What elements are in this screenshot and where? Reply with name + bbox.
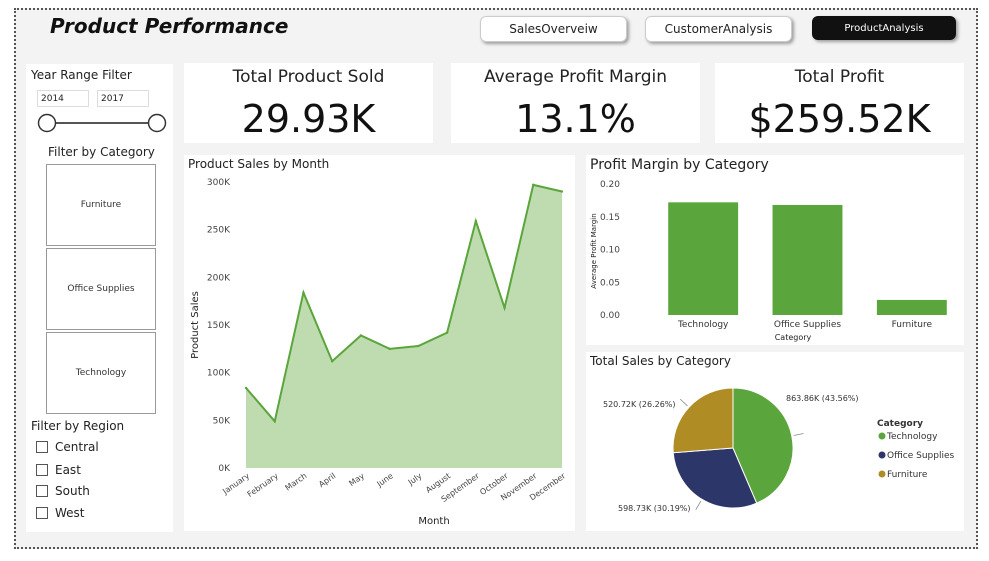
page-title: Product Performance: [50, 14, 289, 38]
pie-slice: [672, 387, 734, 454]
category-filter-title: Filter by Category: [48, 145, 155, 159]
legend-label: Furniture: [887, 470, 928, 480]
y-tick-label: 0.10: [600, 246, 620, 256]
x-axis-label: Month: [418, 516, 449, 527]
region-label: Central: [55, 440, 99, 454]
x-tick-label: February: [246, 471, 280, 499]
year-range-slider[interactable]: [36, 112, 170, 134]
legend-marker: [878, 451, 886, 459]
year-start-input[interactable]: 2014: [37, 90, 89, 107]
category-tile-technology[interactable]: Technology: [46, 332, 156, 414]
data-point: [273, 420, 276, 423]
leader-line: [793, 433, 804, 436]
kpi-label: Average Profit Margin: [483, 67, 668, 87]
area-fill: [246, 184, 562, 469]
bar: [668, 202, 739, 315]
year-end-input[interactable]: 2017: [97, 90, 149, 107]
data-point: [302, 291, 305, 294]
kpi-card-total-profit: Total Profit $259.52K: [715, 63, 964, 143]
data-point: [244, 386, 248, 390]
y-tick-label: 50K: [213, 416, 231, 426]
y-tick-label: 0K: [218, 464, 231, 474]
x-tick-label: Technology: [677, 320, 729, 330]
kpi-label: Total Profit: [794, 67, 885, 87]
pie-chart: 863.86K (43.56%) 598.73K (30.19%) 520.72K …: [603, 387, 955, 513]
x-tick-label: Office Supplies: [774, 320, 842, 330]
bar: [876, 299, 947, 315]
data-point: [532, 183, 535, 187]
checkbox-box[interactable]: [36, 464, 48, 476]
legend-label: Office Supplies: [887, 451, 955, 461]
y-tick-label: 200K: [207, 273, 231, 283]
y-tick-label: 100K: [207, 369, 231, 379]
x-tick-label: July: [406, 471, 424, 487]
data-label: 863.86K (43.56%): [786, 394, 859, 403]
data-point: [503, 306, 506, 310]
y-tick-label: 0.20: [600, 180, 620, 190]
category-tile-office-supplies[interactable]: Office Supplies: [46, 248, 156, 330]
legend-label: Technology: [886, 432, 938, 442]
area-chart: 0K50K100K150K200K250K300KJanuaryFebruary…: [190, 178, 568, 527]
y-tick-label: 0.15: [600, 213, 620, 223]
legend-title: Category: [877, 419, 923, 429]
region-label: East: [55, 463, 81, 477]
slider-handle-start[interactable]: [37, 113, 57, 133]
category-sales-chart-card: Total Sales by Category 863.86K (43.56%)…: [586, 352, 964, 531]
region-checkbox-west[interactable]: West: [36, 506, 85, 520]
kpi-value: 29.93K: [241, 97, 376, 141]
x-tick-label: May: [347, 471, 366, 488]
y-tick-label: 0.00: [600, 311, 620, 321]
y-tick-label: 0.05: [600, 278, 620, 288]
x-axis-label: Category: [775, 333, 812, 342]
data-point: [445, 331, 449, 334]
y-axis-label: Average Profit Margin: [590, 213, 598, 288]
data-point: [560, 190, 564, 193]
kpi-value: 13.1%: [515, 97, 636, 141]
y-axis-label: Product Sales: [190, 291, 201, 359]
region-label: South: [55, 484, 90, 498]
data-label: 520.72K (26.26%): [603, 400, 676, 409]
x-tick-label: June: [375, 471, 395, 489]
y-tick-label: 250K: [207, 226, 231, 236]
region-label: West: [55, 506, 85, 520]
leader-line: [695, 500, 702, 510]
profit-margin-chart-card: Profit Margin by Category 0.00 0.05 0.10 0.…: [586, 155, 964, 345]
region-filter-title: Filter by Region: [31, 419, 125, 433]
slider-handle-end[interactable]: [147, 113, 167, 133]
data-point: [359, 334, 363, 337]
checkbox-box[interactable]: [36, 485, 48, 497]
tab-sales-overview[interactable]: SalesOverveiw: [480, 16, 627, 42]
data-point: [330, 360, 334, 363]
x-tick-label: April: [317, 471, 337, 489]
bar-chart: 0.00 0.05 0.10 0.15 0.20 Technology Office Sup…: [590, 180, 947, 342]
legend-marker: [878, 432, 886, 440]
leader-line: [679, 398, 688, 407]
data-point: [417, 344, 420, 348]
y-tick-label: 150K: [207, 321, 231, 331]
checkbox-box[interactable]: [36, 441, 48, 453]
tab-product-analysis[interactable]: ProductAnalysis: [812, 16, 956, 40]
kpi-value: $259.52K: [748, 97, 931, 141]
region-checkbox-east[interactable]: East: [36, 463, 81, 477]
x-tick-label: March: [283, 471, 308, 492]
tab-customer-analysis[interactable]: CustomerAnalysis: [645, 16, 792, 42]
legend-marker: [878, 470, 886, 478]
kpi-label: Total Product Sold: [232, 67, 385, 87]
monthly-sales-chart-card: Product Sales by Month 0K 50K 100K 150K 200K…: [184, 155, 575, 531]
category-tile-furniture[interactable]: Furniture: [46, 164, 156, 246]
data-point: [474, 219, 478, 223]
data-point: [388, 347, 391, 351]
kpi-card-average-profit-margin: Average Profit Margin 13.1%: [451, 63, 700, 143]
bar: [772, 204, 843, 315]
y-tick-label: 300K: [207, 178, 231, 188]
year-range-title: Year Range Filter: [31, 68, 132, 82]
data-label: 598.73K (30.19%): [618, 504, 691, 513]
checkbox-box[interactable]: [36, 507, 48, 519]
x-tick-label: Furniture: [892, 320, 933, 330]
region-checkbox-south[interactable]: South: [36, 484, 90, 498]
region-checkbox-central[interactable]: Central: [36, 440, 99, 454]
kpi-card-total-product-sold: Total Product Sold 29.93K: [184, 63, 433, 143]
